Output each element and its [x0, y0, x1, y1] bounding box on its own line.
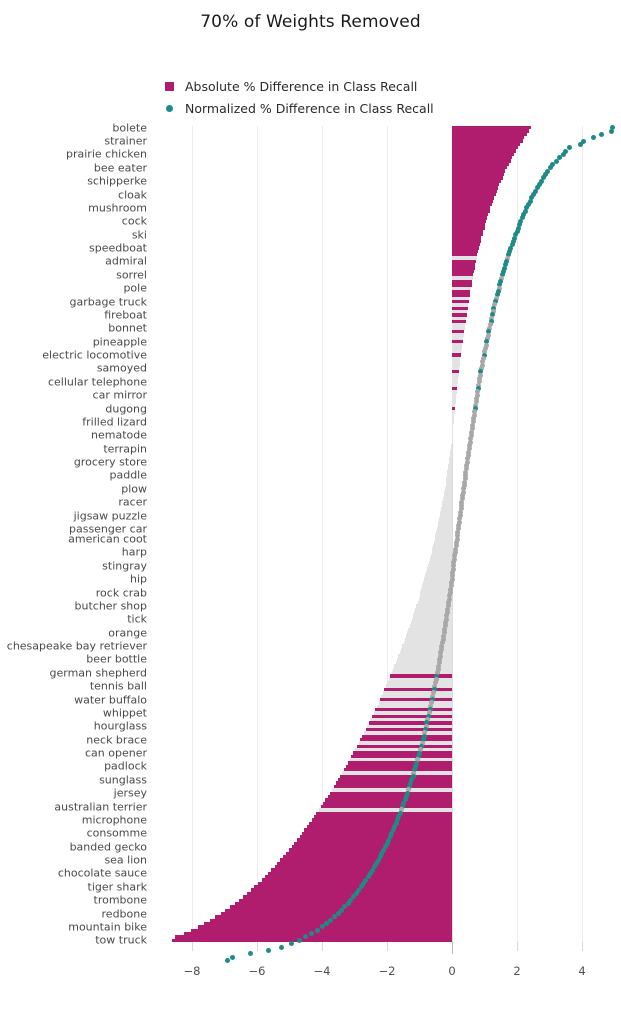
x-tick-label: 4	[578, 964, 586, 978]
page-title: 70% of Weights Removed	[200, 12, 421, 32]
legend-label-absolute: Absolute % Difference in Class Recall	[185, 79, 418, 94]
data-point	[314, 927, 320, 933]
x-tick-mark	[257, 942, 258, 951]
legend-square-icon	[155, 82, 183, 91]
data-point	[309, 931, 315, 937]
y-axis-label: australian terrier	[54, 800, 147, 814]
y-axis-label: nematode	[91, 428, 147, 442]
y-axis-label: tiger shark	[87, 880, 147, 894]
chart-legend: Absolute % Difference in Class Recall No…	[155, 78, 434, 117]
y-axis-label: water buffalo	[74, 693, 147, 707]
y-axis-label: ski	[131, 228, 147, 242]
y-axis-label: mushroom	[88, 201, 147, 215]
y-axis-label: speedboat	[89, 241, 147, 255]
y-axis-label: schipperke	[87, 174, 147, 188]
y-axis-label: cellular telephone	[47, 375, 147, 389]
y-axis-label: racer	[118, 495, 147, 509]
y-axis-label: chocolate sauce	[57, 866, 147, 880]
y-axis-label: stingray	[102, 559, 147, 573]
legend-item-absolute[interactable]: Absolute % Difference in Class Recall	[155, 78, 434, 95]
y-axis-label: orange	[108, 626, 147, 640]
y-axis-label: can opener	[85, 746, 147, 760]
plot-area	[153, 125, 621, 963]
y-axis-label: frilled lizard	[82, 415, 147, 429]
data-point	[599, 131, 604, 137]
y-axis-label: sunglass	[99, 773, 147, 787]
y-axis-label: mountain bike	[68, 920, 147, 934]
y-axis-label: harp	[121, 545, 147, 559]
y-axis-label: jersey	[113, 786, 147, 800]
x-tick-label: 2	[513, 964, 521, 978]
legend-item-normalized[interactable]: Normalized % Difference in Class Recall	[155, 100, 434, 117]
y-axis-label: bee eater	[93, 161, 147, 175]
y-axis-label: tow truck	[95, 933, 147, 947]
scatter-series-normalized	[153, 125, 621, 963]
x-tick-label: −4	[313, 964, 331, 978]
data-point	[319, 924, 325, 930]
y-axis-label: butcher shop	[74, 599, 148, 613]
x-tick-mark	[322, 942, 323, 951]
x-tick-mark	[387, 942, 388, 951]
legend-circle-icon	[155, 105, 183, 112]
y-axis-tick-labels: bolete strainer prairie chicken bee eater sc…	[0, 122, 148, 946]
x-tick-mark	[452, 942, 453, 954]
y-axis-label: jigsaw puzzle	[73, 509, 147, 523]
y-axis-label: paddle	[109, 468, 147, 482]
y-axis-label: dugong	[105, 402, 147, 416]
x-tick-mark	[192, 942, 193, 951]
y-axis-label: beer bottle	[86, 652, 147, 666]
y-axis-label: sorrel	[116, 268, 147, 282]
x-tick-label: −6	[248, 964, 266, 978]
y-axis-label: tennis ball	[89, 679, 147, 693]
x-tick-label: −8	[183, 964, 201, 978]
y-axis-label: consomme	[86, 826, 147, 840]
legend-label-normalized: Normalized % Difference in Class Recall	[185, 101, 434, 116]
data-point	[332, 914, 338, 920]
data-point	[303, 934, 309, 940]
y-axis-label: whippet	[102, 706, 147, 720]
y-axis-label: german shepherd	[49, 666, 147, 680]
x-tick-mark	[582, 942, 583, 951]
x-tick-label: −2	[378, 964, 396, 978]
y-axis-label: admiral	[105, 254, 147, 268]
y-axis-label: hip	[129, 572, 147, 586]
y-axis-label: microphone	[81, 813, 147, 827]
y-axis-label: pole	[123, 281, 147, 295]
y-axis-label: electric locomotive	[42, 348, 147, 362]
data-point	[328, 917, 334, 923]
y-axis-label: chesapeake bay retriever	[6, 639, 147, 653]
y-axis-label: redbone	[101, 907, 147, 921]
y-axis-label: garbage truck	[69, 295, 147, 309]
y-axis-label: strainer	[104, 134, 147, 148]
y-axis-label: fireboat	[104, 308, 147, 322]
data-point	[590, 135, 596, 141]
y-axis-label: pineapple	[92, 335, 147, 349]
y-axis-label: tick	[127, 612, 147, 626]
y-axis-label: banded gecko	[69, 840, 147, 854]
y-axis-label: grocery store	[73, 455, 147, 469]
y-axis-label: cloak	[118, 188, 147, 202]
y-axis-label: rock crab	[95, 586, 147, 600]
x-axis: −8 −6 −4 −2 0 2 4	[153, 942, 621, 982]
y-axis-label: cock	[121, 214, 147, 228]
y-axis-label: hourglass	[93, 719, 147, 733]
data-point	[608, 128, 614, 134]
y-axis-label: prairie chicken	[66, 147, 147, 161]
x-tick-label: 0	[448, 964, 456, 978]
y-axis-label: car mirror	[92, 388, 147, 402]
y-axis-label: padlock	[104, 759, 147, 773]
y-axis-label: american coot	[68, 532, 147, 546]
y-axis-label: trombone	[93, 893, 148, 907]
data-point	[324, 921, 330, 927]
y-axis-label: plow	[121, 482, 147, 496]
chart-root: 70% of Weights Removed Absolute % Differ…	[0, 0, 621, 1010]
y-axis-label: neck brace	[86, 733, 147, 747]
y-axis-label: bolete	[112, 121, 147, 135]
x-tick-mark	[517, 942, 518, 951]
y-axis-label: sea lion	[104, 853, 147, 867]
y-axis-label: bonnet	[108, 321, 147, 335]
y-axis-label: samoyed	[96, 361, 147, 375]
data-point	[577, 141, 583, 147]
y-axis-label: terrapin	[103, 442, 147, 456]
